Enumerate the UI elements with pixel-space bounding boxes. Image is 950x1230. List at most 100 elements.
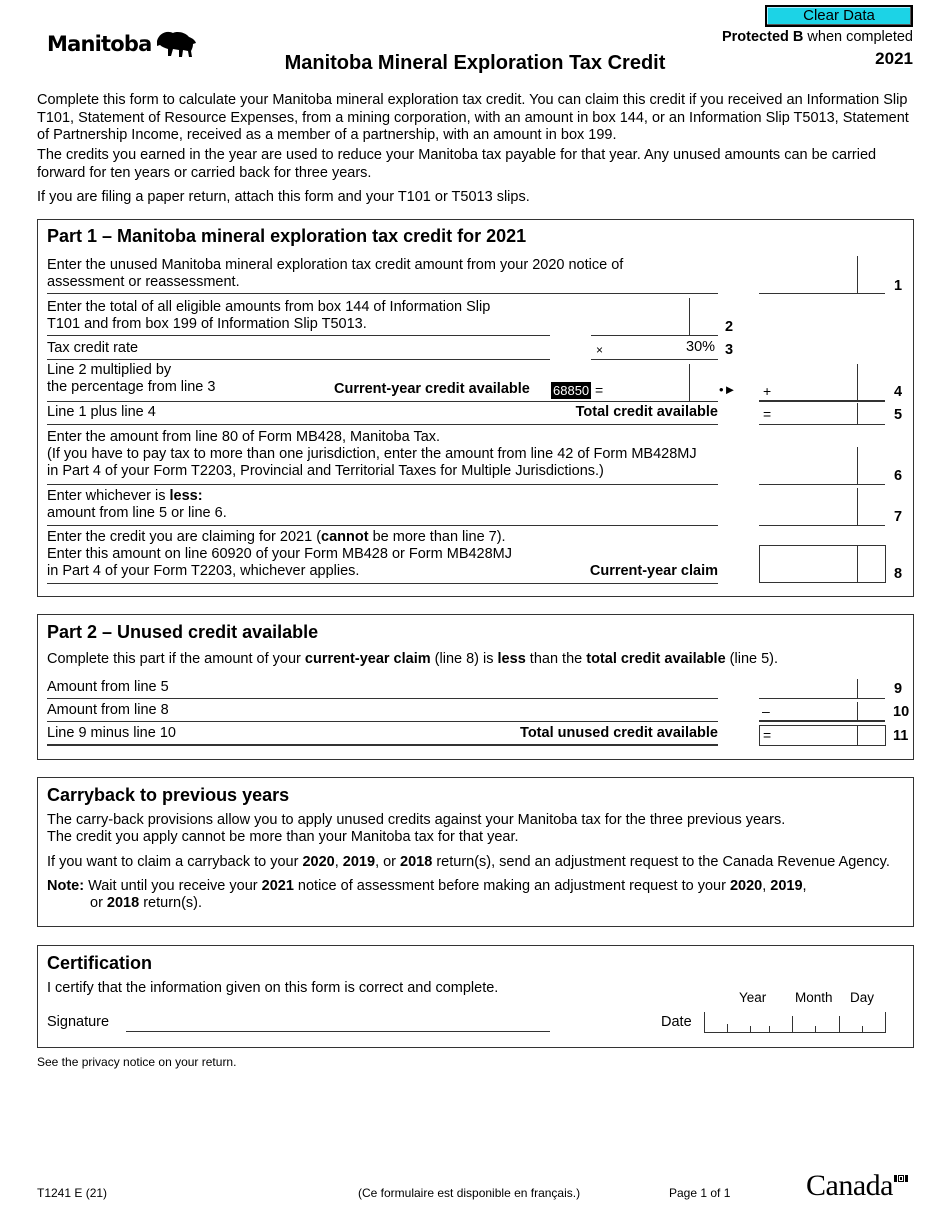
- canada-wordmark-text: Canada: [806, 1169, 893, 1202]
- line7-amount-input[interactable]: [760, 504, 855, 524]
- line10-rule: [47, 721, 718, 722]
- note-text-e: return(s).: [139, 895, 203, 911]
- note-text-b: notice of assessment before making an ad…: [293, 878, 730, 894]
- line5-field-rule: [759, 424, 885, 425]
- comma: ,: [334, 854, 343, 870]
- line11-text: Line 9 minus line 10: [47, 725, 176, 741]
- line3-field-rule: [591, 359, 718, 360]
- note-text-d: or: [90, 895, 107, 911]
- part2-intro-c: (line 8) is: [430, 651, 498, 667]
- signature-input[interactable]: [126, 1010, 550, 1032]
- part2-intro-f: total credit available: [586, 651, 726, 667]
- canada-wordmark: Canada: [806, 1169, 908, 1202]
- date-month-label: Month: [795, 990, 833, 1005]
- line8-cents-input[interactable]: [859, 548, 884, 581]
- line4-cents-divider: [689, 364, 690, 401]
- line11-amount-input[interactable]: [774, 727, 855, 744]
- line10-text: Amount from line 8: [47, 702, 169, 718]
- part1-title: Part 1 – Manitoba mineral exploration ta…: [47, 226, 527, 246]
- protected-b-label: Protected B: [721, 29, 804, 45]
- line8-text-pre: Enter the credit you are claiming for 20…: [47, 529, 322, 545]
- line4-code-badge: 68850: [551, 382, 592, 399]
- clear-data-button[interactable]: Clear Data: [765, 5, 913, 27]
- note-year-2018: 2018: [106, 895, 140, 911]
- part2-section: Part 2 – Unused credit available Complet…: [37, 614, 914, 760]
- line5-rule: [47, 424, 718, 425]
- line10-amount-input[interactable]: [774, 702, 855, 720]
- line2-cents-input[interactable]: [691, 314, 717, 334]
- line6-text-c: in Part 4 of your Form T2203, Provincial…: [47, 463, 604, 479]
- line7-rule: [47, 525, 718, 526]
- line3-rule: [47, 359, 550, 360]
- line4-amount-input[interactable]: [776, 380, 855, 400]
- line5-text: Line 1 plus line 4: [47, 404, 156, 420]
- line6-text-a: Enter the amount from line 80 of Form MB…: [47, 429, 441, 445]
- line9-text: Amount from line 5: [47, 679, 169, 695]
- line5-number: 5: [894, 407, 903, 423]
- intro-paragraph-2: The credits you earned in the year are u…: [37, 147, 877, 181]
- plus-symbol: +: [763, 383, 772, 399]
- line8-text-bold: cannot: [321, 529, 369, 545]
- equals-symbol: =: [763, 406, 772, 422]
- part2-intro-d: less: [497, 651, 526, 667]
- total-credit-available-label: Total credit available: [575, 404, 718, 420]
- line4-field-rule: [759, 400, 885, 402]
- date-tick: [815, 1026, 816, 1033]
- note-text-a: Wait until you receive your: [84, 878, 262, 894]
- line5-amount-input[interactable]: [776, 404, 855, 423]
- line2-field-rule: [591, 335, 718, 336]
- multiply-symbol: ×: [596, 343, 604, 357]
- line6-rule: [47, 484, 718, 485]
- part2-title: Part 2 – Unused credit available: [47, 622, 319, 642]
- part2-intro: Complete this part if the amount of your…: [47, 651, 778, 668]
- line6-cents-input[interactable]: [859, 463, 885, 483]
- line5-field-divider: [857, 403, 858, 424]
- line7-number: 7: [894, 509, 903, 525]
- date-tick: [769, 1026, 770, 1033]
- line4-calc-cents[interactable]: [691, 380, 717, 400]
- line3-text: Tax credit rate: [47, 340, 139, 356]
- date-tick: [885, 1012, 886, 1033]
- certification-title: Certification: [47, 953, 153, 973]
- line4-rule: [47, 401, 718, 402]
- line2-number: 2: [725, 319, 734, 335]
- line7-field-divider: [857, 488, 858, 525]
- line2-amount-input[interactable]: [593, 314, 687, 334]
- line3-number: 3: [725, 342, 734, 358]
- line7-cents-input[interactable]: [859, 504, 885, 524]
- date-tick: [839, 1016, 840, 1033]
- canada-flag-icon: [894, 1175, 908, 1182]
- date-day-label: Day: [850, 990, 875, 1005]
- carryback-text-1a: The carry-back provisions allow you to a…: [47, 812, 786, 828]
- date-field[interactable]: [704, 1012, 886, 1033]
- line1-amount-input[interactable]: [760, 272, 855, 292]
- line4-cents-input[interactable]: [859, 380, 885, 400]
- french-notice: (Ce formulaire est disponible en françai…: [358, 1186, 581, 1200]
- intro-paragraph-1: Complete this form to calculate your Man…: [37, 92, 909, 143]
- comma-or: , or: [375, 854, 401, 870]
- line6-field-rule: [759, 484, 885, 485]
- line8-amount-input[interactable]: [762, 548, 855, 581]
- protected-b-notice: Protected B when completed: [722, 29, 913, 45]
- line11-cents-input[interactable]: [859, 727, 884, 744]
- part2-intro-a: Complete this part if the amount of your: [47, 651, 305, 667]
- line4-calc-amount[interactable]: [609, 380, 687, 400]
- page-title: Manitoba Mineral Exploration Tax Credit: [284, 52, 666, 74]
- part2-intro-g: (line 5).: [725, 651, 779, 667]
- carryback-text-1b: The credit you apply cannot be more than…: [47, 829, 519, 845]
- line5-cents-input[interactable]: [859, 404, 885, 423]
- line10-cents-input[interactable]: [859, 702, 885, 720]
- line8-field-divider: [857, 545, 858, 583]
- line9-amount-input[interactable]: [760, 679, 855, 697]
- line9-number: 9: [894, 681, 903, 697]
- carryback-year-2018: 2018: [400, 854, 433, 870]
- line8-text-post: be more than line 7).: [368, 529, 506, 545]
- line6-amount-input[interactable]: [760, 463, 855, 483]
- line2-text: Enter the total of all eligible amounts …: [47, 299, 491, 332]
- line8-rule: [47, 583, 718, 584]
- line1-cents-input[interactable]: [859, 272, 885, 292]
- line9-cents-input[interactable]: [859, 679, 885, 697]
- form-code: T1241 E (21): [37, 1186, 108, 1200]
- date-baseline: [704, 1032, 886, 1033]
- carryback-text-2a: If you want to claim a carryback to your: [47, 854, 303, 870]
